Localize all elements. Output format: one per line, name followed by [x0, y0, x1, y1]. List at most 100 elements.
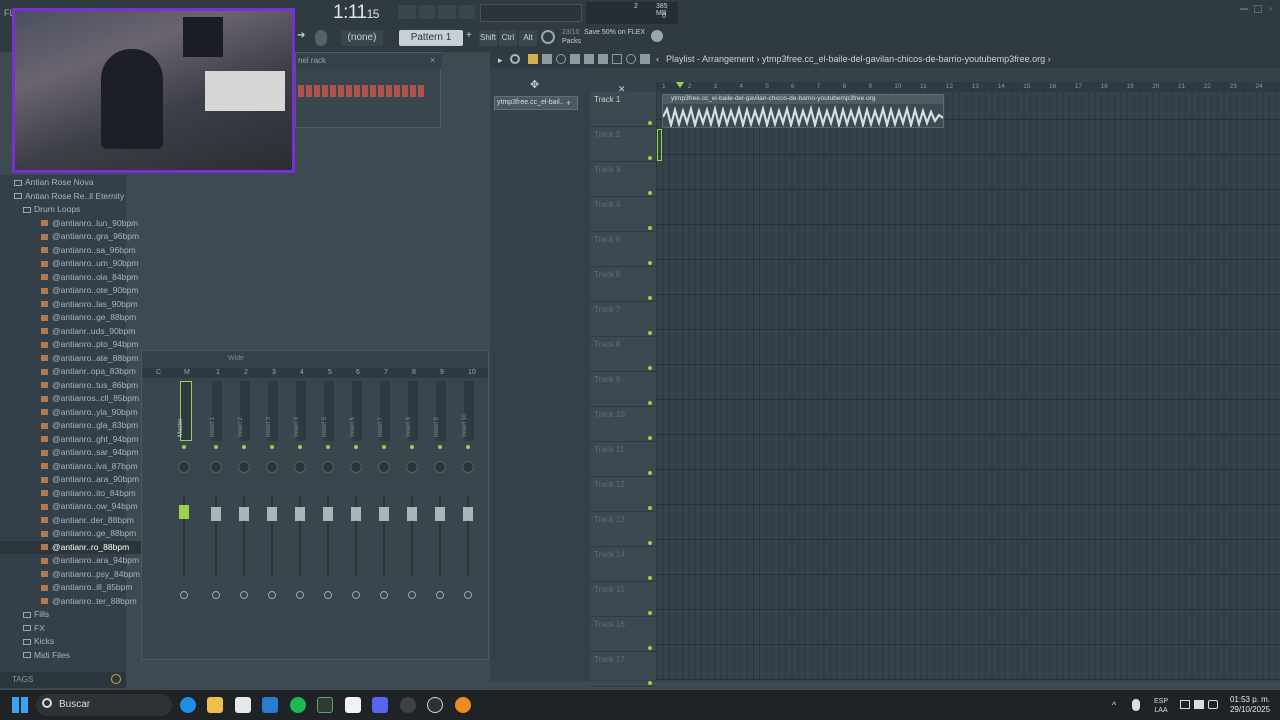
pan-knob[interactable]	[178, 461, 190, 473]
alt-key-button[interactable]: Alt	[519, 30, 537, 46]
shift-key-button[interactable]: Shift	[479, 30, 497, 46]
track-mute-led[interactable]	[648, 366, 652, 370]
audio-clip[interactable]: ytmp3free.cc_el-baile-del-gavilan-chicos…	[662, 94, 944, 128]
route-knob[interactable]	[268, 591, 276, 599]
track-header[interactable]: Track 5	[590, 232, 656, 267]
track-header[interactable]: Track 15	[590, 582, 656, 617]
track-mute-led[interactable]	[648, 681, 652, 685]
channel-enable-led[interactable]	[326, 445, 330, 449]
slice-tool-icon[interactable]	[598, 54, 608, 64]
pan-knob[interactable]	[322, 461, 334, 473]
volume-fader[interactable]	[463, 507, 473, 521]
add-pattern-icon[interactable]: +	[466, 30, 474, 46]
track-mute-led[interactable]	[648, 646, 652, 650]
volume-fader[interactable]	[407, 507, 417, 521]
close-icon[interactable]: ×	[1268, 5, 1276, 14]
mixer-insert-channel[interactable]: Insert 7	[378, 381, 404, 651]
channel-enable-led[interactable]	[298, 445, 302, 449]
mixer-insert-channel[interactable]: Insert 10	[462, 381, 488, 651]
track-header[interactable]: Track 4	[590, 197, 656, 232]
pan-knob[interactable]	[434, 461, 446, 473]
track-mute-led[interactable]	[648, 191, 652, 195]
capcut-icon[interactable]	[345, 697, 361, 713]
select-tool-icon[interactable]	[612, 54, 622, 64]
mute-tool-icon[interactable]	[570, 54, 580, 64]
display-tray-icon[interactable]	[1180, 700, 1190, 709]
master-volume-slider[interactable]	[480, 4, 582, 22]
typing-keyboard-icon[interactable]	[398, 5, 416, 19]
pan-knob[interactable]	[210, 461, 222, 473]
track-mute-led[interactable]	[648, 471, 652, 475]
volume-fader[interactable]	[267, 507, 277, 521]
browser-folder[interactable]: Midi Files	[0, 649, 149, 662]
track-mute-led[interactable]	[648, 331, 652, 335]
track-mute-led[interactable]	[648, 401, 652, 405]
volume-fader[interactable]	[351, 507, 361, 521]
volume-fader[interactable]	[179, 505, 189, 519]
picker-add-icon[interactable]: +	[566, 98, 571, 108]
maximize-icon[interactable]	[1254, 5, 1262, 13]
route-knob[interactable]	[212, 591, 220, 599]
channel-enable-led[interactable]	[182, 445, 186, 449]
route-knob[interactable]	[380, 591, 388, 599]
delete-tool-icon[interactable]	[556, 54, 566, 64]
browser-folder[interactable]: FX	[0, 622, 149, 635]
track-mute-led[interactable]	[648, 296, 652, 300]
fl-studio-icon[interactable]	[455, 697, 471, 713]
mixer-master-channel[interactable]: Master	[178, 381, 204, 651]
mixer-insert-channel[interactable]: Insert 8	[406, 381, 432, 651]
track-header[interactable]: Track 2	[590, 127, 656, 162]
mixer-insert-channel[interactable]: Insert 1	[210, 381, 236, 651]
arrangement-grid[interactable]	[656, 92, 1280, 680]
hint-gear-icon[interactable]	[541, 30, 555, 44]
track-header[interactable]: Track 8	[590, 337, 656, 372]
channel-enable-led[interactable]	[242, 445, 246, 449]
pan-knob[interactable]	[294, 461, 306, 473]
playhead-marker-icon[interactable]	[676, 82, 684, 88]
system-clock[interactable]: 01:53 p. m. 29/10/2025	[1224, 695, 1270, 715]
browser-file[interactable]: @antianro..sa_96bpm	[0, 244, 167, 257]
browser-folder[interactable]: Drum Loops	[0, 203, 149, 216]
track-header[interactable]: Track 13	[590, 512, 656, 547]
track-mute-led[interactable]	[648, 121, 652, 125]
browser-folder[interactable]: Antian Rose Nova	[0, 176, 140, 189]
mixer-insert-channel[interactable]: Insert 3	[266, 381, 292, 651]
browser-file[interactable]: @antianro..gra_96bpm	[0, 230, 167, 243]
track-mute-led[interactable]	[648, 156, 652, 160]
track-mute-led[interactable]	[648, 576, 652, 580]
mic-tray-icon[interactable]	[1132, 699, 1140, 711]
pan-knob[interactable]	[350, 461, 362, 473]
route-knob[interactable]	[180, 591, 188, 599]
playlist-timeline-ruler[interactable]: 1 2 3 4 5 6 7 8 9 10 11 12 13 14 15 16 17 18 19 20 21 22 23 24	[656, 82, 1280, 92]
track-2-selection[interactable]	[657, 129, 662, 161]
move-icon[interactable]: ✥	[530, 78, 539, 91]
tags-label[interactable]: TAGS	[12, 675, 33, 684]
start-windows-icon[interactable]	[12, 697, 28, 713]
news-text[interactable]: Save 50% on FLEX	[584, 29, 645, 36]
track-header[interactable]: Track 6	[590, 267, 656, 302]
wait-input-icon[interactable]	[438, 5, 456, 19]
pencil-tool-icon[interactable]	[528, 54, 538, 64]
mixer-insert-channel[interactable]: Insert 2	[238, 381, 264, 651]
pan-knob[interactable]	[238, 461, 250, 473]
language-indicator[interactable]: ESP LAA	[1154, 697, 1168, 715]
edge-browser-icon[interactable]	[180, 697, 196, 713]
magnet-icon[interactable]	[510, 54, 520, 64]
obs-icon[interactable]	[400, 697, 416, 713]
volume-tray-icon[interactable]	[1208, 700, 1218, 709]
track-mute-led[interactable]	[648, 261, 652, 265]
volume-fader[interactable]	[379, 507, 389, 521]
mixer-view-mode[interactable]: Wide	[228, 355, 244, 362]
zoom-tool-icon[interactable]	[626, 54, 636, 64]
channel-enable-led[interactable]	[270, 445, 274, 449]
track-header[interactable]: Track 12	[590, 477, 656, 512]
track-header[interactable]: Track 3	[590, 162, 656, 197]
route-knob[interactable]	[324, 591, 332, 599]
track-mute-led[interactable]	[648, 436, 652, 440]
media-player-icon[interactable]	[427, 697, 443, 713]
pan-knob[interactable]	[378, 461, 390, 473]
channel-enable-led[interactable]	[410, 445, 414, 449]
track-header[interactable]: Track 10	[590, 407, 656, 442]
volume-fader[interactable]	[435, 507, 445, 521]
slip-tool-icon[interactable]	[584, 54, 594, 64]
